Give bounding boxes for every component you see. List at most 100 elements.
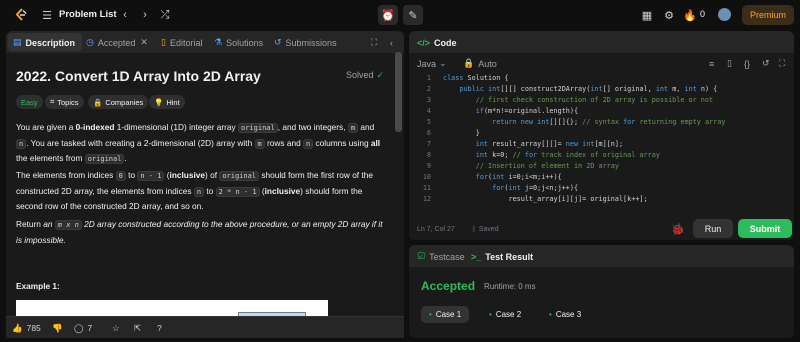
case-tab-1[interactable]: • Case 1 xyxy=(421,306,470,323)
line-number: 3 xyxy=(426,96,431,104)
checkbox-icon: ☑ xyxy=(417,251,426,261)
book-icon: ▯ xyxy=(161,37,166,47)
code-line: class Solution { xyxy=(443,74,509,82)
share-button[interactable]: ⇱ xyxy=(134,321,141,335)
reset-icon[interactable]: ↺ xyxy=(762,57,770,70)
leetcode-logo-icon[interactable] xyxy=(14,8,28,22)
solved-status: Solved ✓ xyxy=(346,70,385,80)
save-status: | Saved xyxy=(473,226,499,233)
tab-test-result[interactable]: >_ Test Result xyxy=(471,250,533,263)
next-problem-icon[interactable]: › xyxy=(138,8,152,22)
example-heading: Example 1: xyxy=(16,281,60,291)
line-number: 10 xyxy=(422,173,431,181)
problem-list-icon[interactable]: ☰ xyxy=(40,8,54,22)
tab-accepted[interactable]: ◷ Accepted ✕ xyxy=(86,36,148,49)
description-actions-bar: 👍 785 👎 ◯ 7 ☆ ⇱ ? xyxy=(6,316,404,338)
tab-testcase[interactable]: ☑ Testcase xyxy=(417,250,465,263)
cursor-position: Ln 7, Col 27 xyxy=(417,226,455,233)
code-panel-header: </> Code xyxy=(409,31,794,53)
tab-code[interactable]: </> Code xyxy=(417,36,457,49)
premium-button[interactable]: Premium xyxy=(742,5,794,25)
line-number: 6 xyxy=(426,129,431,137)
timer-icon[interactable]: ⏰ xyxy=(378,5,398,25)
code-line: // first check construction of 2D array … xyxy=(443,96,714,104)
help-button[interactable]: ? xyxy=(157,321,162,335)
problem-list-link[interactable]: Problem List xyxy=(59,9,117,20)
auto-mode-toggle[interactable]: 🔒 Auto xyxy=(463,57,497,70)
tag-icon: ⌗ xyxy=(50,97,55,106)
run-button[interactable]: Run xyxy=(693,219,733,238)
braces-icon[interactable]: {} xyxy=(744,57,750,70)
difficulty-badge[interactable]: Easy xyxy=(16,95,43,109)
thumbs-up-icon: 👍 xyxy=(12,322,23,333)
case-tab-2[interactable]: • Case 2 xyxy=(481,306,529,323)
line-number: 1 xyxy=(426,74,431,82)
code-line: for(int i=0;i<m;i++){ xyxy=(475,173,562,181)
code-line: int k=0; // for track index of original … xyxy=(475,151,660,159)
code-editor[interactable]: 1 class Solution {2 public int[][] constr… xyxy=(409,74,794,212)
description-scrollbar[interactable] xyxy=(395,52,402,132)
format-icon[interactable]: ≡ xyxy=(709,57,714,70)
notes-icon[interactable]: ✎ xyxy=(403,5,423,25)
comments-button[interactable]: ◯ 7 xyxy=(74,321,92,335)
bookmark-icon[interactable]: ▯ xyxy=(727,57,732,70)
code-line: } xyxy=(443,129,480,137)
prev-problem-icon[interactable]: ‹ xyxy=(118,8,132,22)
hint-chip[interactable]: 💡 Hint xyxy=(149,95,185,109)
code-brackets-icon: </> xyxy=(417,37,431,48)
dislike-button[interactable]: 👎 xyxy=(52,321,63,335)
tab-editorial[interactable]: ▯ Editorial xyxy=(161,36,202,49)
result-panel-tabs: ☑ Testcase >_ Test Result xyxy=(409,245,794,267)
problem-title: 2022. Convert 1D Array Into 2D Array xyxy=(16,68,261,84)
companies-chip[interactable]: 🔒 Companies xyxy=(88,95,149,109)
tab-solutions[interactable]: ⚗ Solutions xyxy=(214,36,263,49)
tab-submissions[interactable]: ↺ Submissions xyxy=(274,36,337,49)
check-circle-icon: ✓ xyxy=(376,70,385,80)
debug-icon[interactable]: 🐞 xyxy=(671,222,685,236)
description-paragraph-3: Return an m x n 2D array constructed acc… xyxy=(16,219,383,245)
thumbs-down-icon: 👎 xyxy=(52,322,63,333)
close-tab-icon[interactable]: ✕ xyxy=(140,37,148,48)
topics-chip[interactable]: ⌗ Topics xyxy=(45,95,84,109)
document-icon: ▤ xyxy=(13,37,22,47)
share-icon: ⇱ xyxy=(134,322,142,333)
layout-icon[interactable]: ▦ xyxy=(640,8,654,22)
streak-count: 0 xyxy=(700,9,706,19)
result-status: Accepted xyxy=(421,279,476,293)
code-line: public int[][] construct2DArray(int[] or… xyxy=(459,85,718,93)
lock-icon: 🔒 xyxy=(463,58,475,68)
favorite-button[interactable]: ☆ xyxy=(112,321,120,335)
submit-button[interactable]: Submit xyxy=(738,219,792,238)
settings-gear-icon[interactable]: ⚙ xyxy=(662,8,676,22)
description-paragraph-2: The elements from indices 0 to n - 1 (in… xyxy=(16,170,373,211)
star-icon: ☆ xyxy=(112,322,120,333)
help-circle-icon: ? xyxy=(157,323,162,333)
line-number: 11 xyxy=(422,184,431,192)
top-bar: ☰ Problem List ‹ › ⤮ ⏰ ✎ ▦ ⚙ 🔥 0 Premium xyxy=(0,0,800,30)
streak-fire-icon[interactable]: 🔥 xyxy=(683,8,697,22)
shuffle-icon[interactable]: ⤮ xyxy=(158,8,172,22)
language-select[interactable]: Java ⌄ xyxy=(417,57,447,70)
line-number: 7 xyxy=(426,140,431,148)
line-number: 9 xyxy=(426,162,431,170)
line-number: 4 xyxy=(426,107,431,115)
lightbulb-icon: 💡 xyxy=(154,97,164,107)
code-line: for(int j=0;j<n;j++){ xyxy=(492,184,579,192)
code-line: // Insertion of element in 2D array xyxy=(443,162,619,170)
history-icon: ◷ xyxy=(86,37,94,47)
line-number: 5 xyxy=(426,118,431,126)
like-button[interactable]: 👍 785 xyxy=(12,321,41,335)
avatar[interactable] xyxy=(718,8,731,21)
case-tab-3[interactable]: • Case 3 xyxy=(541,306,589,323)
fullscreen-icon[interactable]: ⛶ xyxy=(779,57,785,70)
result-panel: ☑ Testcase >_ Test Result Accepted Runtime… xyxy=(409,245,794,338)
expand-icon[interactable]: ⛶ xyxy=(371,36,377,49)
description-tabs: ▤ Description ◷ Accepted ✕ ▯ Editorial ⚗ Solu… xyxy=(6,31,404,53)
comment-icon: ◯ xyxy=(74,322,84,333)
collapse-left-icon[interactable]: ‹ xyxy=(390,36,393,49)
code-line: result_array[i][j]= original[k++]; xyxy=(443,195,648,203)
tab-description[interactable]: ▤ Description xyxy=(13,36,75,49)
runtime-text: Runtime: 0 ms xyxy=(484,282,536,291)
history-icon: ↺ xyxy=(274,37,282,47)
code-line: if(m*n!=original.length){ xyxy=(475,107,579,115)
